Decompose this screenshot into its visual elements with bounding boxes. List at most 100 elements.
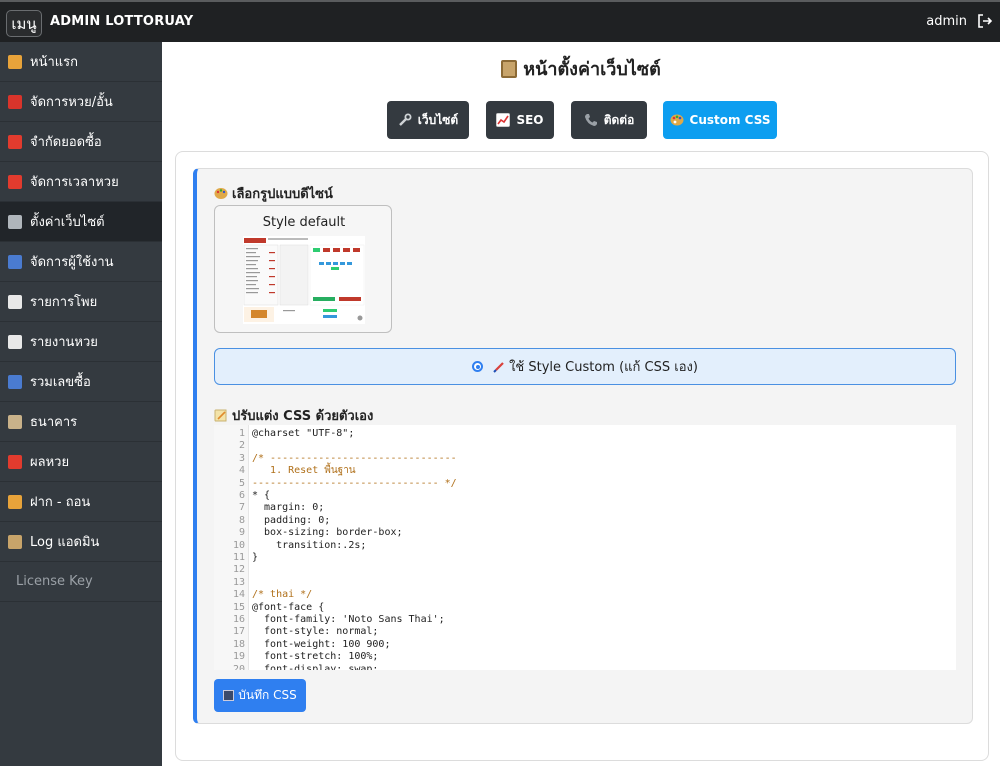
sidebar-item-label: จัดการหวย/อั้น: [30, 95, 113, 110]
code-line: 8 padding: 0;: [214, 515, 956, 527]
wrench-icon: [398, 113, 412, 126]
line-number: 5: [238, 477, 245, 489]
css-editor-title-text: ปรับแต่ง CSS ด้วยตัวเอง: [232, 409, 374, 424]
gear-icon: [8, 214, 22, 229]
target-icon: [8, 454, 22, 469]
sidebar-item-target[interactable]: ผลหวย: [0, 442, 162, 482]
code-line: 7 margin: 0;: [214, 502, 956, 514]
home-icon: [8, 54, 22, 69]
code-text: ------------------------------- */: [252, 477, 457, 489]
tab-contact[interactable]: ติดต่อ: [571, 101, 647, 139]
page-title-text: หน้าตั้งค่าเว็บไซต์: [523, 59, 661, 80]
custom-style-label: ใช้ Style Custom (แก้ CSS เอง): [509, 360, 698, 375]
palette-icon: [214, 188, 228, 199]
bank-icon: [8, 414, 22, 429]
user-icon: [8, 254, 22, 269]
code-line: 15 @font-face {: [214, 602, 956, 614]
sidebar-item-alarm-clock[interactable]: จัดการเวลาหวย: [0, 162, 162, 202]
tab-custom-css[interactable]: Custom CSS: [663, 101, 777, 139]
style-default-option[interactable]: Style default: [214, 205, 392, 333]
code-line: 11}: [214, 552, 956, 564]
code-text: @charset "UTF-8";: [252, 428, 355, 439]
sidebar-item-clipboard[interactable]: Log แอดมิน: [0, 522, 162, 562]
code-text: font-family: 'Noto Sans Thai';: [252, 614, 445, 625]
save-css-label: บันทึก CSS: [238, 688, 297, 702]
code-line: 14 /* thai */: [214, 589, 956, 601]
line-number: 4: [238, 465, 245, 477]
line-number: 7: [238, 502, 245, 514]
code-line: 17 font-style: normal;: [214, 626, 956, 638]
custom-style-radio-option[interactable]: ใช้ Style Custom (แก้ CSS เอง): [214, 348, 956, 385]
code-text: @font-face {: [252, 601, 325, 613]
tab-seo[interactable]: SEO: [486, 101, 554, 139]
code-line: 12: [214, 564, 956, 576]
style-default-label: Style default: [262, 215, 346, 230]
admin-username[interactable]: admin: [926, 14, 967, 29]
line-number: 19: [232, 651, 245, 663]
chart-icon: [8, 334, 22, 349]
line-number: 18: [232, 638, 245, 650]
sidebar-item-label: Log แอดมิน: [30, 535, 100, 550]
paintbrush-icon: [493, 361, 504, 373]
sidebar-item-label: ตั้งค่าเว็บไซต์: [30, 215, 105, 230]
line-number: 3: [238, 452, 245, 464]
sidebar-item-user[interactable]: จัดการผู้ใช้งาน: [0, 242, 162, 282]
sidebar-item-gear[interactable]: ตั้งค่าเว็บไซต์: [0, 202, 162, 242]
code-text: padding: 0;: [252, 514, 331, 526]
main-content: หน้าตั้งค่าเว็บไซต์ เว็บไซต์ SEO ติดต่อ …: [162, 42, 1000, 766]
sidebar-item-bank[interactable]: ธนาคาร: [0, 402, 162, 442]
sidebar-item-calendar[interactable]: จัดการหวย/อั้น: [0, 82, 162, 122]
sidebar-item-no-entry[interactable]: จำกัดยอดซื้อ: [0, 122, 162, 162]
code-line: 13: [214, 577, 956, 589]
tab-contact-label: ติดต่อ: [603, 112, 635, 127]
page-title: หน้าตั้งค่าเว็บไซต์: [162, 54, 1000, 83]
settings-tabs: เว็บไซต์ SEO ติดต่อ Custom CSS: [162, 101, 1000, 139]
save-css-button[interactable]: บันทึก CSS: [214, 679, 306, 712]
code-line: 18 font-weight: 100 900;: [214, 639, 956, 651]
line-number: 16: [232, 614, 245, 625]
clipboard-icon: [8, 534, 22, 549]
menu-toggle-button[interactable]: เมนู: [6, 10, 42, 37]
calendar-icon: [8, 94, 22, 109]
code-line: 20 font-display: swap;: [214, 664, 956, 670]
sidebar-item-numbers[interactable]: รวมเลขซื้อ: [0, 362, 162, 402]
money-bag-icon: [8, 494, 22, 509]
sidebar-item-license-key[interactable]: License Key: [0, 562, 162, 602]
logout-icon[interactable]: [977, 13, 993, 29]
brand-title: ADMIN LOTTORUAY: [50, 14, 194, 29]
line-number: 2: [238, 440, 245, 452]
sidebar-item-chart[interactable]: รายงานหวย: [0, 322, 162, 362]
custom-css-panel: เลือกรูปแบบดีไซน์ Style default ใช้ Styl…: [193, 168, 973, 724]
line-number: 13: [232, 576, 245, 588]
code-text: 1. Reset พื้นฐาน: [252, 465, 356, 477]
code-text: /* -------------------------------: [252, 452, 457, 464]
no-entry-icon: [8, 134, 22, 149]
document-icon: [8, 294, 22, 309]
code-line: 4 1. Reset พื้นฐาน: [214, 465, 956, 477]
code-line: 10 transition:.2s;: [214, 540, 956, 552]
css-editor-section-title: ปรับแต่ง CSS ด้วยตัวเอง: [214, 405, 373, 426]
phone-icon: [584, 114, 597, 126]
code-line: 1 @charset "UTF-8";: [214, 428, 956, 440]
sidebar-item-home[interactable]: หน้าแรก: [0, 42, 162, 82]
code-line: 19 font-stretch: 100%;: [214, 651, 956, 663]
sidebar-item-label: ผลหวย: [30, 455, 70, 470]
css-code-editor[interactable]: 1 @charset "UTF-8"; 2 3 /* -----------------…: [214, 425, 956, 670]
line-number: 20: [232, 663, 245, 670]
code-line: 16 font-family: 'Noto Sans Thai';: [214, 614, 956, 626]
line-number: 14: [232, 589, 245, 601]
sidebar-item-document[interactable]: รายการโพย: [0, 282, 162, 322]
sidebar-item-money-bag[interactable]: ฝาก - ถอน: [0, 482, 162, 522]
numbers-icon: [8, 374, 22, 389]
line-number: 9: [238, 527, 245, 539]
code-text: }: [252, 552, 259, 563]
top-navbar: เมนู ADMIN LOTTORUAY admin: [0, 0, 1000, 42]
code-text: font-display: swap;: [252, 663, 379, 670]
tab-website[interactable]: เว็บไซต์: [387, 101, 469, 139]
line-number: 11: [232, 552, 245, 563]
custom-style-radio[interactable]: [472, 361, 484, 372]
code-line: 9 box-sizing: border-box;: [214, 527, 956, 539]
sidebar-item-label: รายงานหวย: [30, 335, 98, 350]
design-section-title: เลือกรูปแบบดีไซน์: [214, 183, 333, 204]
sidebar-item-label: จัดการเวลาหวย: [30, 175, 119, 190]
